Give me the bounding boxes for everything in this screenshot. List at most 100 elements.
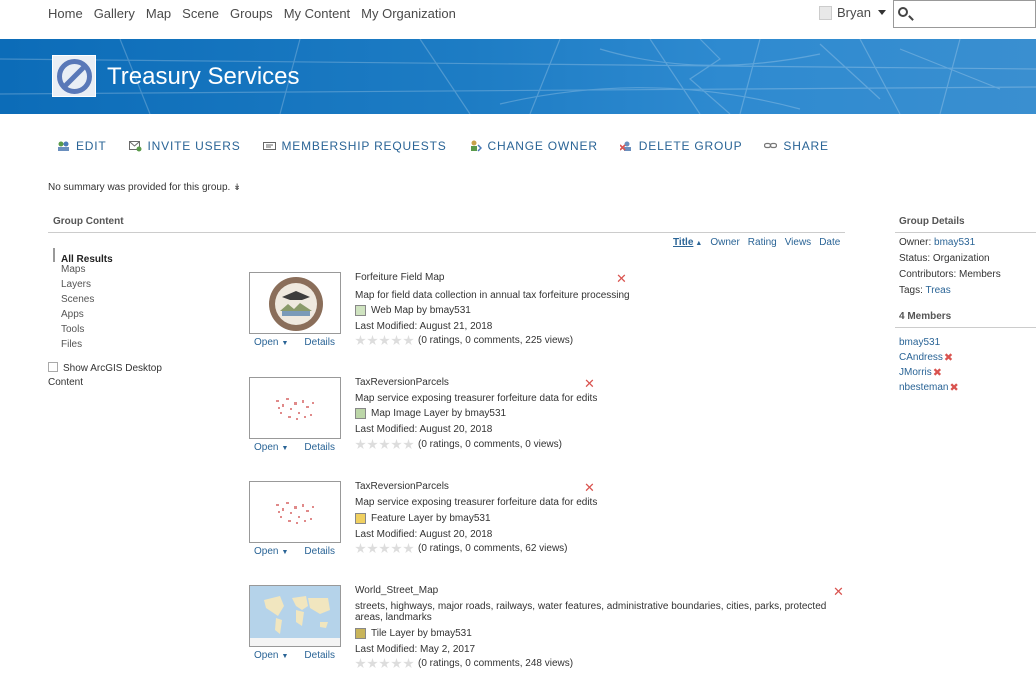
remove-item-icon[interactable]: ✕ bbox=[584, 480, 595, 496]
top-nav: Home Gallery Map Scene Groups My Content… bbox=[0, 0, 1036, 39]
status-row: Status: Organization bbox=[899, 253, 990, 264]
item-description: Map for field data collection in annual … bbox=[355, 290, 630, 301]
edit-button[interactable]: EDIT bbox=[57, 139, 107, 153]
item-description: streets, highways, major roads, railways… bbox=[355, 601, 827, 623]
sort-ascending-icon: ▲ bbox=[695, 240, 703, 247]
divider bbox=[48, 232, 845, 233]
member-item: bmay531 bbox=[899, 335, 959, 350]
member-link[interactable]: CAndress bbox=[899, 352, 943, 363]
details-link[interactable]: Details bbox=[304, 337, 335, 348]
member-link[interactable]: JMorris bbox=[899, 367, 932, 378]
chevron-down-icon bbox=[877, 10, 886, 15]
item-modified: Last Modified: May 2, 2017 bbox=[355, 644, 476, 655]
nav-scene[interactable]: Scene bbox=[182, 6, 219, 21]
delete-group-button[interactable]: DELETE GROUP bbox=[619, 139, 743, 153]
remove-item-icon[interactable]: ✕ bbox=[616, 271, 627, 287]
filter-scenes[interactable]: Scenes bbox=[61, 294, 94, 309]
member-item: nbesteman ✖ bbox=[899, 380, 959, 395]
nav-home[interactable]: Home bbox=[48, 6, 83, 21]
open-menu[interactable]: Open ▼ bbox=[254, 442, 288, 453]
item-title[interactable]: World_Street_Map bbox=[355, 585, 438, 596]
item-title[interactable]: Forfeiture Field Map bbox=[355, 272, 444, 283]
item-type: Map Image Layer by bmay531 bbox=[355, 408, 506, 419]
search-box bbox=[893, 0, 1036, 28]
web-map-icon bbox=[355, 305, 366, 316]
user-menu[interactable]: Bryan bbox=[819, 5, 886, 20]
group-banner: Treasury Services bbox=[0, 39, 1036, 114]
group-title: Treasury Services bbox=[107, 63, 300, 90]
details-link[interactable]: Details bbox=[304, 546, 335, 557]
chevron-down-icon: ▼ bbox=[281, 653, 289, 660]
owner-row: Owner: bmay531 bbox=[899, 237, 976, 248]
nav-gallery[interactable]: Gallery bbox=[94, 6, 135, 21]
nav-links: Home Gallery Map Scene Groups My Content… bbox=[48, 6, 456, 21]
membership-requests-button[interactable]: MEMBERSHIP REQUESTS bbox=[262, 139, 447, 153]
delete-group-icon bbox=[619, 141, 631, 151]
member-link[interactable]: nbesteman bbox=[899, 382, 948, 393]
item-type: Web Map by bmay531 bbox=[355, 305, 471, 316]
share-button[interactable]: SHARE bbox=[764, 139, 828, 153]
member-link[interactable]: bmay531 bbox=[899, 337, 940, 348]
item-type: Tile Layer by bmay531 bbox=[355, 628, 472, 639]
open-menu[interactable]: Open ▼ bbox=[254, 337, 288, 348]
change-owner-button[interactable]: CHANGE OWNER bbox=[469, 139, 598, 153]
tag-link[interactable]: Treas bbox=[926, 285, 951, 296]
filter-layers[interactable]: Layers bbox=[61, 279, 94, 294]
item-modified: Last Modified: August 20, 2018 bbox=[355, 424, 493, 435]
remove-item-icon[interactable]: ✕ bbox=[584, 376, 595, 392]
filter-maps[interactable]: Maps bbox=[61, 264, 94, 279]
world-map-thumbnail[interactable] bbox=[249, 585, 341, 647]
rating-stars-icon[interactable] bbox=[355, 439, 414, 450]
remove-item-icon[interactable]: ✕ bbox=[833, 584, 844, 600]
filter-all-results[interactable]: All Results bbox=[53, 248, 113, 265]
parcels-thumbnail[interactable] bbox=[249, 481, 341, 543]
item-rating: (0 ratings, 0 comments, 0 views) bbox=[355, 439, 562, 450]
group-summary: No summary was provided for this group. ↡ bbox=[48, 182, 241, 193]
owner-link[interactable]: bmay531 bbox=[934, 237, 975, 248]
sort-date[interactable]: Date bbox=[819, 237, 840, 248]
filter-files[interactable]: Files bbox=[61, 339, 94, 354]
item-modified: Last Modified: August 21, 2018 bbox=[355, 321, 493, 332]
sort-options: Title ▲ Owner Rating Views Date bbox=[673, 237, 840, 248]
sort-owner[interactable]: Owner bbox=[710, 237, 739, 248]
item-title[interactable]: TaxReversionParcels bbox=[355, 481, 449, 492]
rating-stars-icon[interactable] bbox=[355, 335, 414, 346]
show-desktop-content-toggle[interactable]: Show ArcGIS Desktop Content bbox=[48, 362, 183, 390]
chevron-down-icon: ▼ bbox=[281, 445, 289, 452]
show-desktop-checkbox[interactable] bbox=[48, 362, 58, 372]
member-item: CAndress ✖ bbox=[899, 350, 959, 365]
sort-title[interactable]: Title ▲ bbox=[673, 237, 702, 248]
group-content-heading: Group Content bbox=[53, 216, 124, 227]
rating-stars-icon[interactable] bbox=[355, 658, 414, 669]
filter-apps[interactable]: Apps bbox=[61, 309, 94, 324]
item-title[interactable]: TaxReversionParcels bbox=[355, 377, 449, 388]
invite-users-button[interactable]: INVITE USERS bbox=[128, 139, 241, 153]
change-owner-icon bbox=[470, 140, 482, 152]
nav-my-organization[interactable]: My Organization bbox=[361, 6, 456, 21]
expand-summary-icon[interactable]: ↡ bbox=[233, 182, 241, 192]
nav-map[interactable]: Map bbox=[146, 6, 171, 21]
nav-groups[interactable]: Groups bbox=[230, 6, 273, 21]
sort-rating[interactable]: Rating bbox=[748, 237, 777, 248]
rating-stars-icon[interactable] bbox=[355, 543, 414, 554]
nav-my-content[interactable]: My Content bbox=[284, 6, 350, 21]
invite-icon bbox=[128, 141, 142, 152]
item-rating: (0 ratings, 0 comments, 62 views) bbox=[355, 543, 568, 554]
filter-tools[interactable]: Tools bbox=[61, 324, 94, 339]
remove-member-icon[interactable]: ✖ bbox=[944, 351, 953, 364]
item-type: Feature Layer by bmay531 bbox=[355, 513, 491, 524]
sort-views[interactable]: Views bbox=[785, 237, 812, 248]
details-link[interactable]: Details bbox=[304, 442, 335, 453]
contributors-row: Contributors: Members bbox=[899, 269, 1001, 280]
search-input[interactable] bbox=[916, 4, 1031, 24]
remove-member-icon[interactable]: ✖ bbox=[933, 366, 942, 379]
details-link[interactable]: Details bbox=[304, 650, 335, 661]
remove-member-icon[interactable]: ✖ bbox=[949, 381, 958, 394]
open-menu[interactable]: Open ▼ bbox=[254, 650, 288, 661]
search-icon[interactable] bbox=[898, 7, 908, 17]
county-seal-thumbnail[interactable] bbox=[249, 272, 341, 334]
parcels-thumbnail[interactable] bbox=[249, 377, 341, 439]
user-name: Bryan bbox=[837, 5, 871, 20]
open-menu[interactable]: Open ▼ bbox=[254, 546, 288, 557]
chevron-down-icon: ▼ bbox=[281, 340, 289, 347]
